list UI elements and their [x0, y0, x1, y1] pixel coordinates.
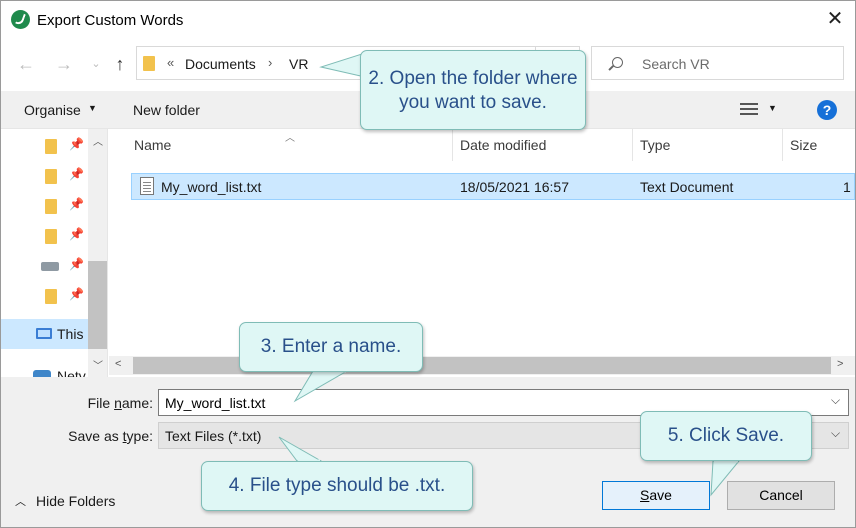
nav-item-folder[interactable]: 📌 — [1, 131, 88, 161]
close-icon[interactable]: ✕ — [822, 7, 848, 33]
window-title: Export Custom Words — [37, 12, 184, 29]
breadcrumb-documents[interactable]: Documents — [185, 56, 256, 72]
folder-icon — [45, 139, 57, 154]
callout-step-4: 4. File type should be .txt. — [201, 461, 473, 511]
organise-caret-icon[interactable]: ▼ — [88, 103, 97, 113]
folder-icon — [45, 199, 57, 214]
scroll-thumb[interactable] — [88, 261, 107, 349]
hide-folders-button[interactable]: Hide Folders — [36, 493, 115, 509]
file-size: 1 — [843, 179, 851, 195]
file-list: ︿ Name Date modified Type Size My_word_l… — [109, 129, 855, 377]
scroll-up-icon[interactable]: ︿ — [93, 133, 103, 148]
column-divider — [782, 129, 783, 161]
callout-step-2: 2. Open the folder where you want to sav… — [360, 50, 586, 130]
search-icon — [612, 57, 623, 68]
export-dialog: Export Custom Words ✕ ← → ⌄ ↑ « Document… — [0, 0, 856, 528]
search-box[interactable]: Search VR — [591, 46, 844, 80]
folder-icon — [143, 56, 155, 71]
nav-scrollbar[interactable]: ︿ ﹀ — [88, 129, 107, 377]
network-icon — [33, 370, 51, 377]
navigation-pane: 📌 📌 📌 📌 📌 📌 This Netv ︿ ﹀ — [1, 129, 108, 377]
view-options-icon[interactable] — [740, 103, 758, 116]
column-divider — [452, 129, 453, 161]
pin-icon: 📌 — [69, 227, 84, 241]
nav-item-folder[interactable]: 📌 — [1, 161, 88, 191]
dragon-app-icon — [11, 10, 30, 29]
chevron-down-icon[interactable]: ⌵ — [831, 393, 840, 408]
scroll-left-icon[interactable]: < — [115, 358, 121, 370]
drive-icon — [41, 262, 59, 271]
save-type-value: Text Files (*.txt) — [165, 428, 262, 444]
column-header-type[interactable]: Type — [640, 137, 670, 153]
recent-locations-chevron-icon[interactable]: ⌄ — [85, 53, 107, 75]
search-placeholder: Search VR — [642, 56, 710, 72]
file-name: My_word_list.txt — [161, 179, 262, 195]
computer-icon — [36, 328, 52, 339]
callout-step-5: 5. Click Save. — [640, 411, 812, 461]
horizontal-scrollbar[interactable]: < > — [109, 356, 855, 375]
nav-item-drive[interactable]: 📌 — [1, 251, 88, 281]
nav-item-label: This — [57, 326, 84, 342]
nav-item-folder[interactable]: 📌 — [1, 281, 88, 311]
column-header-size[interactable]: Size — [790, 137, 817, 153]
back-arrow-icon[interactable]: ← — [15, 53, 37, 75]
pin-icon: 📌 — [69, 137, 84, 151]
pin-icon: 📌 — [69, 167, 84, 181]
callout-text: 2. Open the folder where — [368, 68, 578, 89]
scroll-thumb[interactable] — [133, 357, 831, 374]
nav-item-this-pc[interactable]: This — [1, 319, 88, 349]
folder-icon — [45, 289, 57, 304]
forward-arrow-icon[interactable]: → — [53, 53, 75, 75]
scroll-down-icon[interactable]: ﹀ — [93, 357, 103, 372]
nav-item-label: Netv — [57, 368, 86, 377]
address-overflow[interactable]: « — [167, 55, 174, 70]
folder-icon — [45, 169, 57, 184]
column-divider — [632, 129, 633, 161]
callout-step-3: 3. Enter a name. — [239, 322, 423, 372]
folder-icon — [45, 229, 57, 244]
file-name-label: File name: — [87, 395, 153, 411]
organise-button[interactable]: Organise — [24, 102, 81, 118]
chevron-down-icon[interactable]: ⌵ — [831, 426, 840, 441]
scroll-right-icon[interactable]: > — [837, 358, 843, 370]
callout-text: you want to save. — [399, 92, 547, 113]
file-type: Text Document — [640, 179, 734, 195]
table-row[interactable]: My_word_list.txt 18/05/2021 16:57 Text D… — [131, 173, 855, 200]
pin-icon: 📌 — [69, 287, 84, 301]
title-bar: Export Custom Words ✕ — [1, 1, 855, 39]
column-header-date[interactable]: Date modified — [460, 137, 546, 153]
file-date: 18/05/2021 16:57 — [460, 179, 569, 195]
column-header-name[interactable]: Name — [134, 137, 171, 153]
sort-ascending-icon: ︿ — [285, 133, 295, 144]
pin-icon: 📌 — [69, 197, 84, 211]
file-name-input[interactable] — [165, 394, 815, 412]
up-arrow-icon[interactable]: ↑ — [109, 53, 131, 75]
nav-item-folder[interactable]: 📌 — [1, 221, 88, 251]
chevron-up-icon[interactable]: ︿ — [15, 493, 26, 509]
view-caret-icon[interactable]: ▼ — [768, 103, 777, 113]
nav-item-folder[interactable]: 📌 — [1, 191, 88, 221]
pin-icon: 📌 — [69, 257, 84, 271]
text-file-icon — [140, 177, 154, 195]
save-type-label: Save as type: — [68, 428, 153, 444]
breadcrumb-separator-icon[interactable]: › — [268, 55, 272, 70]
help-icon[interactable]: ? — [817, 100, 837, 120]
new-folder-button[interactable]: New folder — [133, 102, 200, 118]
nav-item-network[interactable]: Netv — [1, 361, 88, 377]
